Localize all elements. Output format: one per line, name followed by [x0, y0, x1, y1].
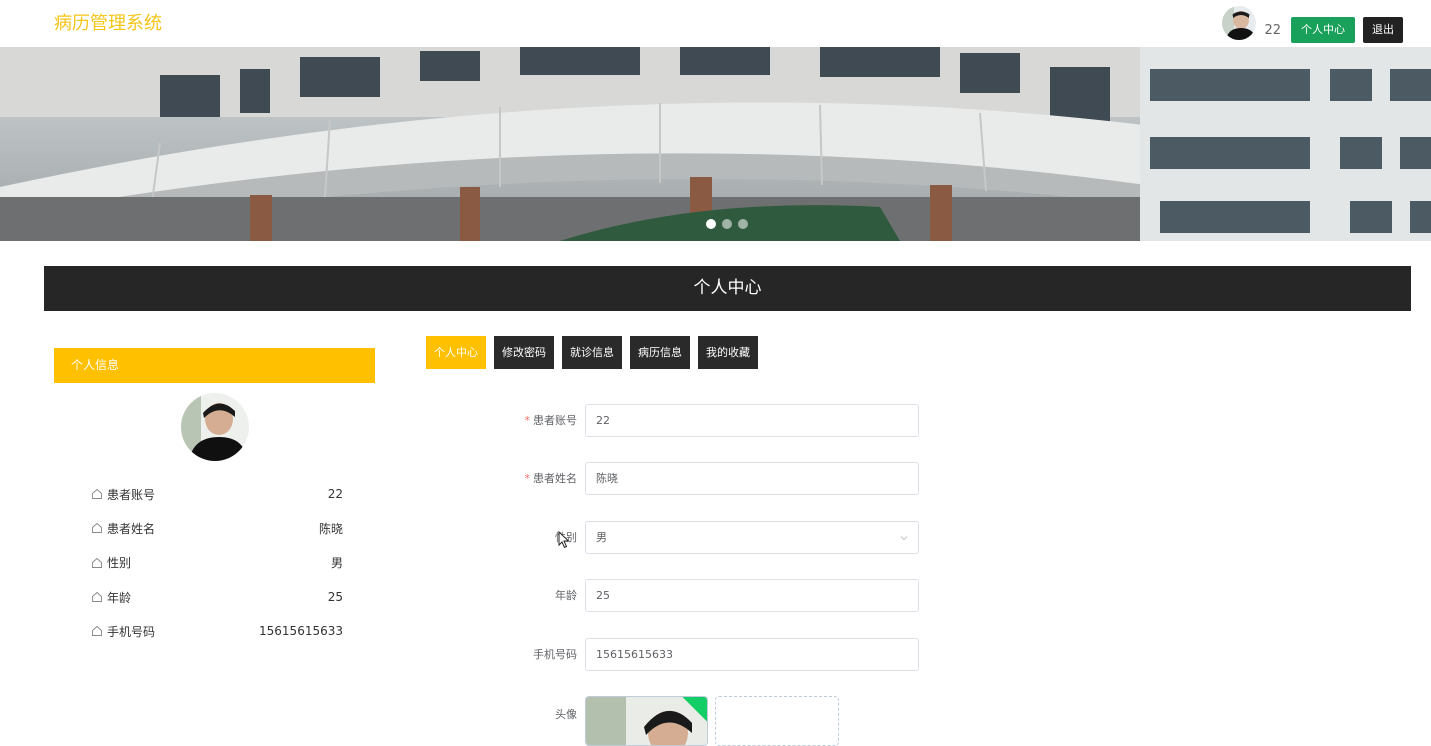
avatar-photo-icon: [180, 393, 249, 461]
info-row-name: 患者姓名 陈晓: [54, 511, 375, 545]
info-label: 患者姓名: [107, 521, 156, 536]
home-icon: [92, 557, 102, 568]
tab-favorites[interactable]: 我的收藏: [698, 336, 758, 369]
section-title: 个人中心: [44, 266, 1411, 311]
mouse-cursor-icon: [558, 531, 570, 549]
info-row-gender: 性别 男: [54, 546, 375, 580]
banner-carousel[interactable]: [0, 47, 1431, 241]
personal-info-panel: 个人信息 患者账号 22 患者姓名 陈晓 性别 男 年龄 25 手机号码 156…: [54, 348, 375, 648]
home-icon: [92, 523, 102, 534]
account-input[interactable]: 22: [585, 404, 919, 437]
home-icon: [92, 626, 102, 637]
carousel-dot[interactable]: [738, 219, 748, 229]
banner-building-image: [0, 47, 1431, 241]
info-label: 性别: [107, 556, 132, 571]
info-row-account: 患者账号 22: [54, 477, 375, 511]
header-username: 22: [1264, 22, 1281, 38]
info-row-phone: 手机号码 15615615633: [54, 614, 375, 648]
tab-medical-record[interactable]: 病历信息: [630, 336, 690, 369]
age-input[interactable]: 25: [585, 579, 919, 612]
home-icon: [92, 489, 102, 500]
info-value: 22: [327, 487, 343, 502]
home-icon: [92, 591, 102, 602]
carousel-indicators: [706, 219, 748, 229]
chevron-down-icon: [900, 536, 908, 541]
carousel-dot[interactable]: [706, 219, 716, 229]
gender-select[interactable]: 男: [585, 521, 919, 554]
header-avatar[interactable]: [1222, 6, 1257, 40]
age-label: 年龄: [555, 589, 577, 602]
top-header: 病历管理系统 22 个人中心 退出: [0, 0, 1431, 47]
info-value: 25: [327, 590, 343, 605]
profile-tabs: 个人中心 修改密码 就诊信息 病历信息 我的收藏: [426, 336, 758, 369]
gender-selected-value: 男: [596, 531, 607, 544]
tab-profile-center[interactable]: 个人中心: [426, 336, 486, 369]
panel-heading: 个人信息: [54, 348, 375, 383]
tab-visit-info[interactable]: 就诊信息: [562, 336, 622, 369]
carousel-dot[interactable]: [722, 219, 732, 229]
header-user-area: 22 个人中心 退出: [1222, 3, 1403, 43]
brand-title[interactable]: 病历管理系统: [54, 9, 162, 35]
form-row-gender: 性别 男: [426, 521, 926, 555]
info-value: 男: [330, 556, 343, 571]
info-label: 手机号码: [107, 624, 156, 639]
profile-center-button[interactable]: 个人中心: [1291, 17, 1355, 43]
form-row-name: * 患者姓名 陈晓: [426, 462, 926, 496]
info-label: 年龄: [107, 590, 132, 605]
info-row-age: 年龄 25: [54, 580, 375, 614]
name-label: * 患者姓名: [524, 472, 578, 485]
phone-label: 手机号码: [533, 648, 577, 661]
profile-avatar: [180, 393, 249, 461]
info-value: 15615615633: [259, 624, 343, 639]
info-value: 陈晓: [318, 521, 343, 536]
phone-input[interactable]: 15615615633: [585, 638, 919, 671]
account-label: * 患者账号: [524, 414, 578, 427]
logout-button[interactable]: 退出: [1363, 17, 1403, 43]
form-row-account: * 患者账号 22: [426, 404, 926, 438]
name-input[interactable]: 陈晓: [585, 462, 919, 495]
form-row-phone: 手机号码 15615615633: [426, 638, 926, 672]
form-row-age: 年龄 25: [426, 579, 926, 613]
avatar-photo-icon: [1222, 6, 1257, 40]
tab-change-password[interactable]: 修改密码: [494, 336, 554, 369]
info-label: 患者账号: [107, 487, 156, 502]
avatar-label: 头像: [555, 708, 577, 721]
